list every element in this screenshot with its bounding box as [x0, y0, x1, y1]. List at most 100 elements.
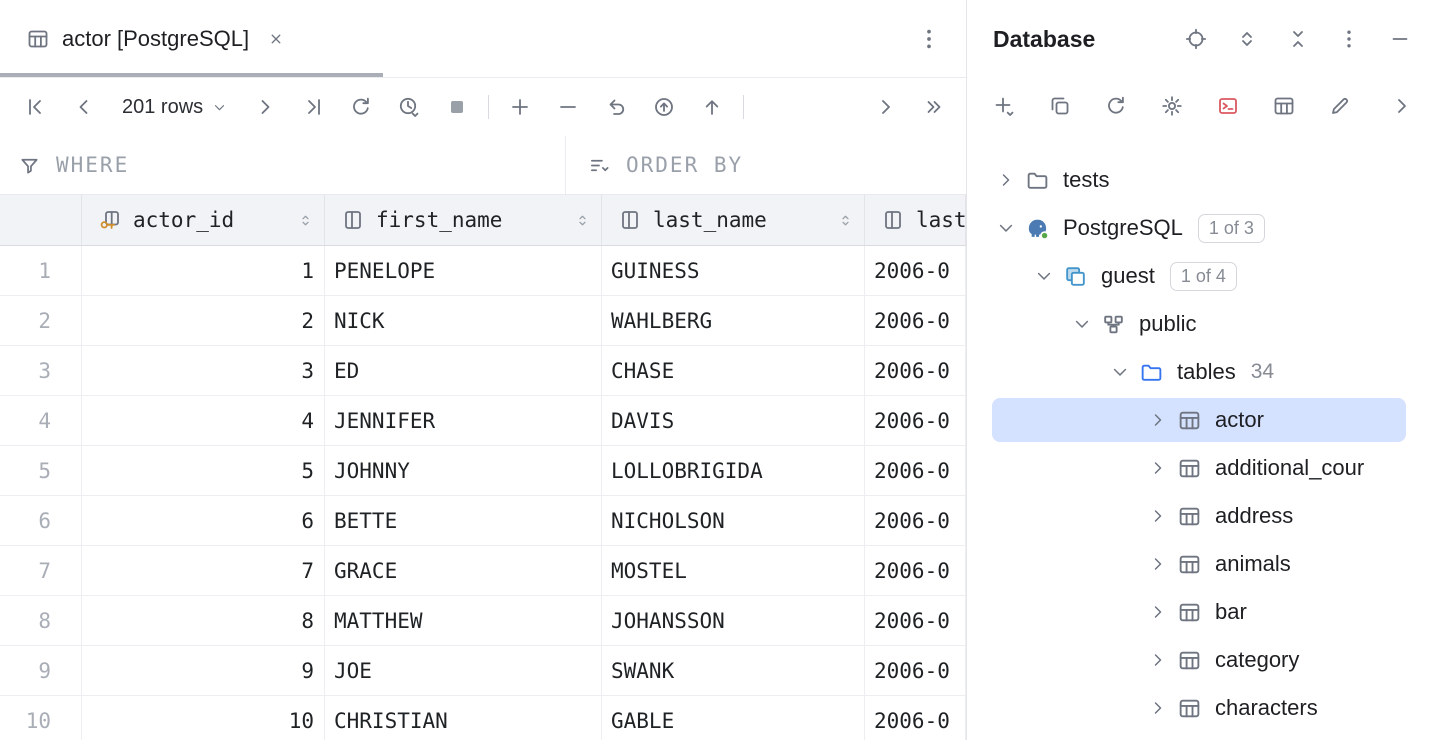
stop-icon[interactable]	[445, 95, 469, 119]
last-page-icon[interactable]	[301, 95, 325, 119]
row-number-cell[interactable]: 9	[0, 646, 82, 696]
hide-panel-icon[interactable]	[1388, 27, 1412, 51]
commit-icon[interactable]	[700, 95, 724, 119]
cell-last-name[interactable]: MOSTEL	[602, 546, 865, 596]
submit-icon[interactable]	[652, 95, 676, 119]
row-number-cell[interactable]: 3	[0, 346, 82, 396]
tree-item-tables[interactable]: tables34	[968, 348, 1430, 396]
auto-refresh-icon[interactable]	[397, 95, 421, 119]
cell-last-update[interactable]: 2006-0	[865, 246, 966, 296]
expand-all-icon[interactable]	[1235, 27, 1259, 51]
column-header-last_name[interactable]: last_name	[602, 195, 865, 245]
row-number-cell[interactable]: 8	[0, 596, 82, 646]
chevron-down-icon[interactable]	[1072, 314, 1092, 334]
refresh-icon[interactable]	[1104, 94, 1128, 118]
chevron-right-icon[interactable]	[1148, 554, 1168, 574]
delete-row-icon[interactable]	[556, 95, 580, 119]
tree-item-additional-cour[interactable]: additional_cour	[968, 444, 1430, 492]
tree-item-actor[interactable]: actor	[968, 396, 1430, 444]
cell-actor-id[interactable]: 3	[82, 346, 325, 396]
tree-item-characters[interactable]: characters	[968, 684, 1430, 732]
collapse-all-icon[interactable]	[1286, 27, 1310, 51]
chevron-right-icon[interactable]	[1148, 650, 1168, 670]
chevron-right-icon[interactable]	[1148, 410, 1168, 430]
cell-first-name[interactable]: MATTHEW	[325, 596, 602, 646]
cell-first-name[interactable]: JENNIFER	[325, 396, 602, 446]
cell-last-update[interactable]: 2006-0	[865, 696, 966, 740]
new-table-icon[interactable]	[1272, 94, 1296, 118]
chevron-right-icon[interactable]	[1148, 602, 1168, 622]
sort-arrows-icon[interactable]	[837, 212, 854, 229]
sort-arrows-icon[interactable]	[297, 212, 314, 229]
tree-item-address[interactable]: address	[968, 492, 1430, 540]
cell-actor-id[interactable]: 2	[82, 296, 325, 346]
tree-item-public[interactable]: public	[968, 300, 1430, 348]
order-by-filter-field[interactable]: ORDER BY	[565, 136, 966, 194]
add-row-icon[interactable]	[508, 95, 532, 119]
cell-last-name[interactable]: LOLLOBRIGIDA	[602, 446, 865, 496]
chevron-right-icon[interactable]	[1148, 698, 1168, 718]
column-header-last_update[interactable]: last_update	[865, 195, 966, 245]
tree-item-bar[interactable]: bar	[968, 588, 1430, 636]
cell-last-name[interactable]: JOHANSSON	[602, 596, 865, 646]
cell-last-update[interactable]: 2006-0	[865, 596, 966, 646]
cell-first-name[interactable]: BETTE	[325, 496, 602, 546]
edit-icon[interactable]	[1328, 94, 1352, 118]
tree-item-tests[interactable]: tests	[968, 156, 1430, 204]
previous-page-icon[interactable]	[72, 95, 96, 119]
tree-item-postgresql[interactable]: PostgreSQL1 of 3	[968, 204, 1430, 252]
cell-last-name[interactable]: SWANK	[602, 646, 865, 696]
where-filter-field[interactable]: WHERE	[0, 136, 565, 194]
column-header-actor_id[interactable]: actor_id	[82, 195, 325, 245]
chevron-right-icon[interactable]	[1148, 506, 1168, 526]
cell-last-update[interactable]: 2006-0	[865, 446, 966, 496]
query-console-icon[interactable]	[1216, 94, 1240, 118]
editor-options-icon[interactable]	[916, 26, 942, 52]
row-number-cell[interactable]: 6	[0, 496, 82, 546]
row-number-cell[interactable]: 1	[0, 246, 82, 296]
cell-last-update[interactable]: 2006-0	[865, 296, 966, 346]
datasource-settings-icon[interactable]	[1160, 94, 1184, 118]
tree-item-category[interactable]: category	[968, 636, 1430, 684]
cell-last-update[interactable]: 2006-0	[865, 546, 966, 596]
cell-first-name[interactable]: NICK	[325, 296, 602, 346]
tab-close-icon[interactable]	[267, 30, 285, 48]
cell-last-update[interactable]: 2006-0	[865, 346, 966, 396]
cell-last-name[interactable]: GABLE	[602, 696, 865, 740]
cell-first-name[interactable]: JOE	[325, 646, 602, 696]
cell-first-name[interactable]: CHRISTIAN	[325, 696, 602, 740]
cell-first-name[interactable]: PENELOPE	[325, 246, 602, 296]
first-page-icon[interactable]	[24, 95, 48, 119]
cell-last-name[interactable]: CHASE	[602, 346, 865, 396]
cell-actor-id[interactable]: 4	[82, 396, 325, 446]
chevron-right-icon[interactable]	[996, 170, 1016, 190]
page-size-dropdown[interactable]: 201 rows	[122, 96, 227, 119]
sort-arrows-icon[interactable]	[574, 212, 591, 229]
tree-item-guest[interactable]: guest1 of 4	[968, 252, 1430, 300]
more-toolbar-icon[interactable]	[1390, 94, 1414, 118]
chevron-right-icon[interactable]	[1148, 458, 1168, 478]
cell-actor-id[interactable]: 8	[82, 596, 325, 646]
new-datasource-icon[interactable]	[992, 94, 1016, 118]
cell-last-update[interactable]: 2006-0	[865, 496, 966, 546]
cell-last-name[interactable]: NICHOLSON	[602, 496, 865, 546]
cell-last-name[interactable]: GUINESS	[602, 246, 865, 296]
locate-icon[interactable]	[1184, 27, 1208, 51]
chevron-down-icon[interactable]	[1034, 266, 1054, 286]
chevron-down-icon[interactable]	[1110, 362, 1130, 382]
row-number-cell[interactable]: 5	[0, 446, 82, 496]
cell-actor-id[interactable]: 7	[82, 546, 325, 596]
row-number-cell[interactable]: 7	[0, 546, 82, 596]
cell-actor-id[interactable]: 9	[82, 646, 325, 696]
panel-options-icon[interactable]	[1337, 27, 1361, 51]
cell-last-name[interactable]: DAVIS	[602, 396, 865, 446]
revert-icon[interactable]	[604, 95, 628, 119]
cell-last-name[interactable]: WAHLBERG	[602, 296, 865, 346]
cell-last-update[interactable]: 2006-0	[865, 646, 966, 696]
refresh-icon[interactable]	[349, 95, 373, 119]
cell-actor-id[interactable]: 10	[82, 696, 325, 740]
chevron-right-icon[interactable]	[874, 95, 898, 119]
duplicate-icon[interactable]	[1048, 94, 1072, 118]
cell-actor-id[interactable]: 1	[82, 246, 325, 296]
cell-first-name[interactable]: JOHNNY	[325, 446, 602, 496]
